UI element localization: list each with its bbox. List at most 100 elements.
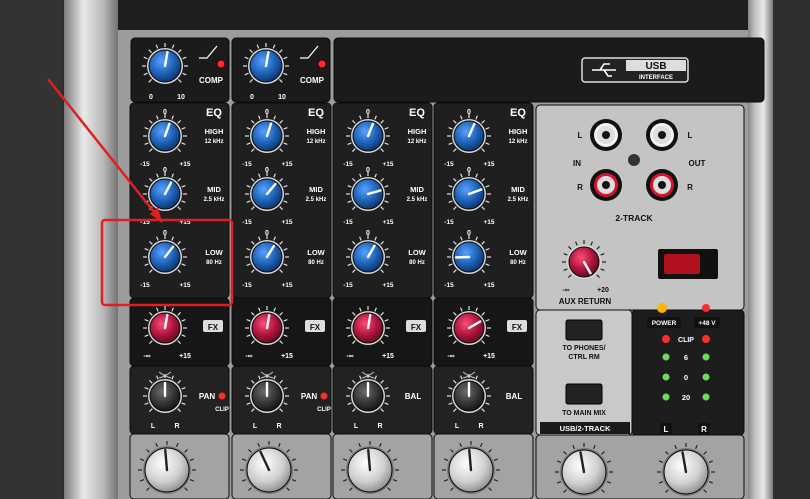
meter-led-r (702, 353, 710, 361)
eq-scale-center: 0 (163, 109, 167, 116)
eq-scale-max: +15 (382, 282, 393, 289)
fx-scale-min: -∞ (143, 353, 150, 360)
eq-label: EQ (308, 107, 324, 119)
meter-level-label: 6 (684, 353, 688, 362)
eq-high-freq: 12 kHz (508, 139, 527, 145)
eq-low-freq: 80 Hz (206, 260, 222, 266)
eq-scale-min: -15 (242, 219, 252, 226)
rca-hole (602, 131, 610, 139)
eq-low-label: LOW (307, 248, 325, 257)
fx-scale-min: -∞ (447, 353, 454, 360)
pan-right: R (478, 423, 483, 430)
mixer-surface: 0 10 COMP 0 10 COMP USB INTERFACE EQ 0 -15 +15 HIGH 1… (0, 0, 810, 499)
two-track-out-label: OUT (689, 159, 706, 168)
usb-badge-text: USB (645, 61, 666, 72)
eq-scale-center: 0 (467, 230, 471, 237)
two-track-in-r[interactable] (590, 169, 622, 201)
eq-mid-freq: 2.5 kHz (407, 197, 428, 203)
two-track-panel (535, 104, 745, 311)
eq-scale-center: 0 (366, 230, 370, 237)
rca-hole (658, 181, 666, 189)
to-phones-label: TO PHONES/ (562, 345, 605, 352)
eq-scale-max: +15 (281, 219, 292, 226)
aux-return-label: AUX RETURN (559, 297, 612, 306)
meter-level-label: 20 (682, 393, 690, 402)
eq-low-freq: 80 Hz (308, 260, 324, 266)
two-track-out-r-label: R (687, 183, 693, 192)
eq-scale-min: -15 (444, 161, 454, 168)
eq-scale-center: 0 (467, 109, 471, 116)
comp-led (216, 59, 226, 69)
power-switch[interactable] (664, 254, 700, 274)
fx-scale-min: -∞ (245, 353, 252, 360)
usb-interface-text: INTERFACE (639, 75, 673, 81)
eq-scale-center: 0 (366, 167, 370, 174)
eq-mid-label: MID (511, 185, 525, 194)
ground-screw (628, 154, 640, 166)
pan-label: PAN (301, 392, 318, 401)
clip-led-l (662, 335, 670, 343)
eq-high-freq: 12 kHz (306, 139, 325, 145)
eq-scale-center: 0 (366, 109, 370, 116)
to-phones-button[interactable] (565, 319, 603, 341)
eq-scale-min: -15 (343, 282, 353, 289)
mixer-screenshot: 0 10 COMP 0 10 COMP USB INTERFACE EQ 0 -15 +15 HIGH 1… (0, 0, 810, 499)
eq-high-freq: 12 kHz (204, 139, 223, 145)
bal-label: BAL (405, 392, 422, 401)
left-chrome-rail (64, 0, 120, 499)
top-dark-strip (118, 0, 748, 30)
phantom-label: +48 V (698, 320, 716, 327)
usb-top-panel (333, 37, 765, 103)
pan-right: R (377, 423, 382, 430)
two-track-out-l[interactable] (646, 119, 678, 151)
fx-scale-max: +15 (382, 353, 394, 360)
eq-scale-max: +15 (483, 219, 494, 226)
to-main-button[interactable] (565, 383, 603, 405)
ctrl-rm-label: CTRL RM (568, 354, 600, 361)
two-track-out-r[interactable] (646, 169, 678, 201)
eq-mid-label: MID (207, 185, 221, 194)
meter-led-r (702, 373, 710, 381)
eq-scale-min: -15 (343, 161, 353, 168)
main-l-label: L (664, 425, 669, 434)
fx-label: FX (411, 323, 422, 332)
phantom-led (702, 304, 710, 312)
power-label: POWER (652, 320, 677, 327)
pan-left: L (354, 423, 359, 430)
pan-left: L (151, 423, 156, 430)
eq-low-label: LOW (509, 248, 527, 257)
comp-scale-max: 10 (278, 94, 286, 101)
eq-scale-max: +15 (281, 282, 292, 289)
eq-scale-max: +15 (382, 219, 393, 226)
meter-led-l (662, 373, 670, 381)
meter-level-label: 0 (684, 373, 688, 382)
clip-label: CLIP (317, 407, 331, 413)
power-led (657, 303, 667, 313)
clip-led-r (702, 335, 710, 343)
meter-led-l (662, 353, 670, 361)
clip-led (218, 392, 226, 400)
comp-scale-min: 0 (250, 94, 254, 101)
rca-hole (602, 181, 610, 189)
comp-led (317, 59, 327, 69)
eq-scale-min: -15 (242, 161, 252, 168)
eq-label: EQ (510, 107, 526, 119)
eq-scale-center: 0 (265, 109, 269, 116)
eq-scale-max: +15 (281, 161, 292, 168)
eq-mid-label: MID (309, 185, 323, 194)
two-track-in-l[interactable] (590, 119, 622, 151)
eq-scale-min: -15 (140, 282, 150, 289)
two-track-title: 2-TRACK (615, 213, 653, 223)
comp-scale-max: 10 (177, 94, 185, 101)
eq-mid-freq: 2.5 kHz (508, 197, 529, 203)
two-track-in-label: IN (573, 159, 581, 168)
eq-scale-max: +15 (179, 282, 190, 289)
eq-scale-min: -15 (444, 282, 454, 289)
eq-scale-min: -15 (242, 282, 252, 289)
clip-led (320, 392, 328, 400)
main-r-label: R (701, 425, 707, 434)
fx-label: FX (512, 323, 523, 332)
fx-label: FX (310, 323, 321, 332)
fx-label: FX (208, 323, 219, 332)
meter-led-r (702, 393, 710, 401)
